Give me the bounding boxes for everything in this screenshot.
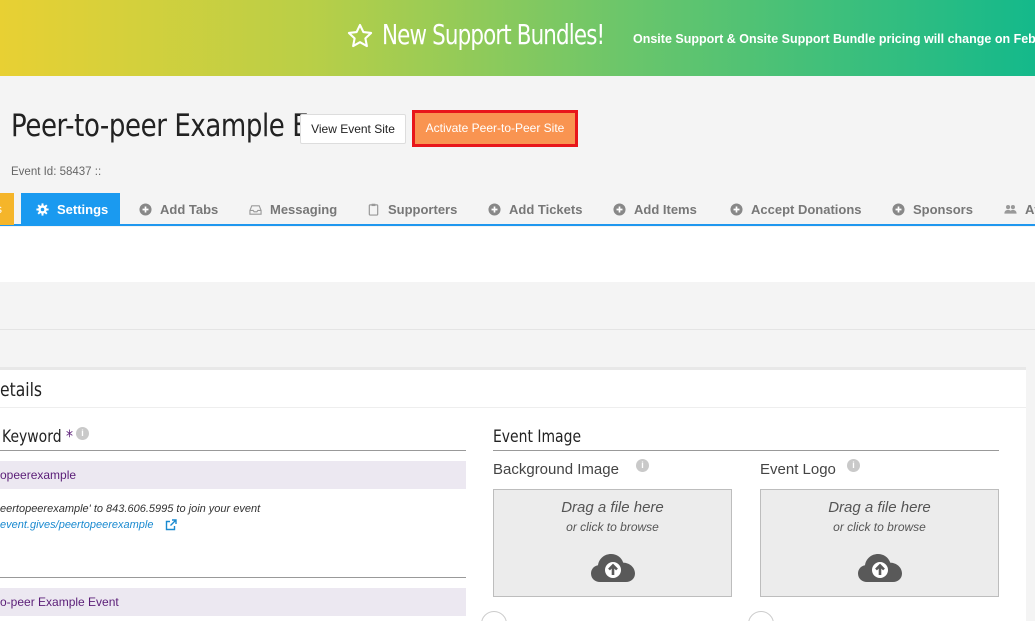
info-icon[interactable]: i [636, 459, 649, 472]
plus-circle-icon [730, 203, 743, 216]
dropzone-title: Drag a file here [561, 499, 664, 516]
event-name-field[interactable]: o-peer Example Event [0, 588, 466, 616]
activate-highlight: Activate Peer-to-Peer Site [412, 110, 578, 147]
tab-messaging[interactable]: Messaging [249, 193, 337, 226]
tab-attendees[interactable]: At [1004, 193, 1035, 226]
background-image-dropzone[interactable]: Drag a file here or click to browse [493, 489, 732, 597]
divider [0, 577, 466, 578]
details-title: etails [0, 379, 43, 401]
tab-accept-donations[interactable]: Accept Donations [730, 193, 862, 226]
tab-label: Supporters [388, 202, 458, 217]
banner-title: New Support Bundles! [382, 18, 605, 51]
dropzone-title: Drag a file here [828, 499, 931, 516]
banner-subtitle: Onsite Support & Onsite Support Bundle p… [633, 32, 1035, 46]
activate-peer-to-peer-button[interactable]: Activate Peer-to-Peer Site [415, 113, 575, 144]
event-image-title: Event Image [493, 427, 582, 447]
tab-add-items[interactable]: Add Items [613, 193, 697, 226]
clipboard-icon [368, 203, 379, 216]
info-icon[interactable]: i [847, 459, 860, 472]
plus-circle-icon [613, 203, 626, 216]
keyword-label-text: Keyword [2, 427, 62, 447]
tab-label: Accept Donations [751, 202, 862, 217]
tab-label: Add Tabs [160, 202, 219, 217]
cloud-upload-icon [591, 554, 635, 582]
keyword-field[interactable]: opeerexample [0, 461, 466, 489]
event-id: Event Id: 58437 :: [11, 166, 102, 178]
event-site-link[interactable]: event.gives/peertopeerexample [0, 519, 153, 531]
gear-icon [36, 203, 49, 216]
inbox-icon [249, 205, 262, 215]
tab-add-tickets[interactable]: Add Tickets [488, 193, 582, 226]
plus-circle-icon [139, 203, 152, 216]
dropzone-subtitle: or click to browse [566, 520, 659, 534]
plus-circle-icon [892, 203, 905, 216]
divider [493, 450, 999, 451]
keyword-help-text: eertopeerexample' to 843.606.5995 to joi… [0, 503, 261, 515]
tab-partial[interactable]: s [0, 193, 14, 225]
view-event-site-button[interactable]: View Event Site [300, 114, 406, 144]
plus-circle-icon [488, 203, 501, 216]
scrollbar[interactable] [1026, 367, 1035, 621]
event-tabs: s Settings Add Tabs Messaging Supporters… [0, 192, 1035, 226]
tab-settings-label: Settings [57, 202, 109, 217]
tab-supporters[interactable]: Supporters [367, 193, 457, 226]
tab-label: Sponsors [913, 202, 973, 217]
star-outline-icon [347, 23, 373, 48]
divider [0, 329, 1035, 330]
required-mark: * [65, 427, 73, 447]
background-image-label: Background Image [493, 461, 619, 478]
cloud-upload-icon [858, 554, 902, 582]
external-link-icon[interactable] [165, 519, 177, 531]
event-logo-label: Event Logo [760, 461, 836, 478]
announcement-banner: New Support Bundles! Onsite Support & On… [0, 0, 1035, 76]
tab-label: Add Items [634, 202, 697, 217]
tab-label: Add Tickets [509, 202, 583, 217]
divider [0, 450, 466, 451]
users-icon [1004, 205, 1017, 214]
keyword-label: Keyword * [2, 427, 73, 447]
tab-label: Messaging [270, 202, 338, 217]
event-logo-dropzone[interactable]: Drag a file here or click to browse [760, 489, 999, 597]
toolbar-band [0, 227, 1035, 282]
info-icon[interactable]: i [76, 427, 89, 440]
divider [0, 407, 1026, 408]
tab-add-tabs[interactable]: Add Tabs [139, 193, 218, 226]
tab-sponsors[interactable]: Sponsors [892, 193, 973, 226]
tab-settings[interactable]: Settings [21, 193, 120, 226]
dropzone-subtitle: or click to browse [833, 520, 926, 534]
tab-label: At [1025, 202, 1035, 217]
